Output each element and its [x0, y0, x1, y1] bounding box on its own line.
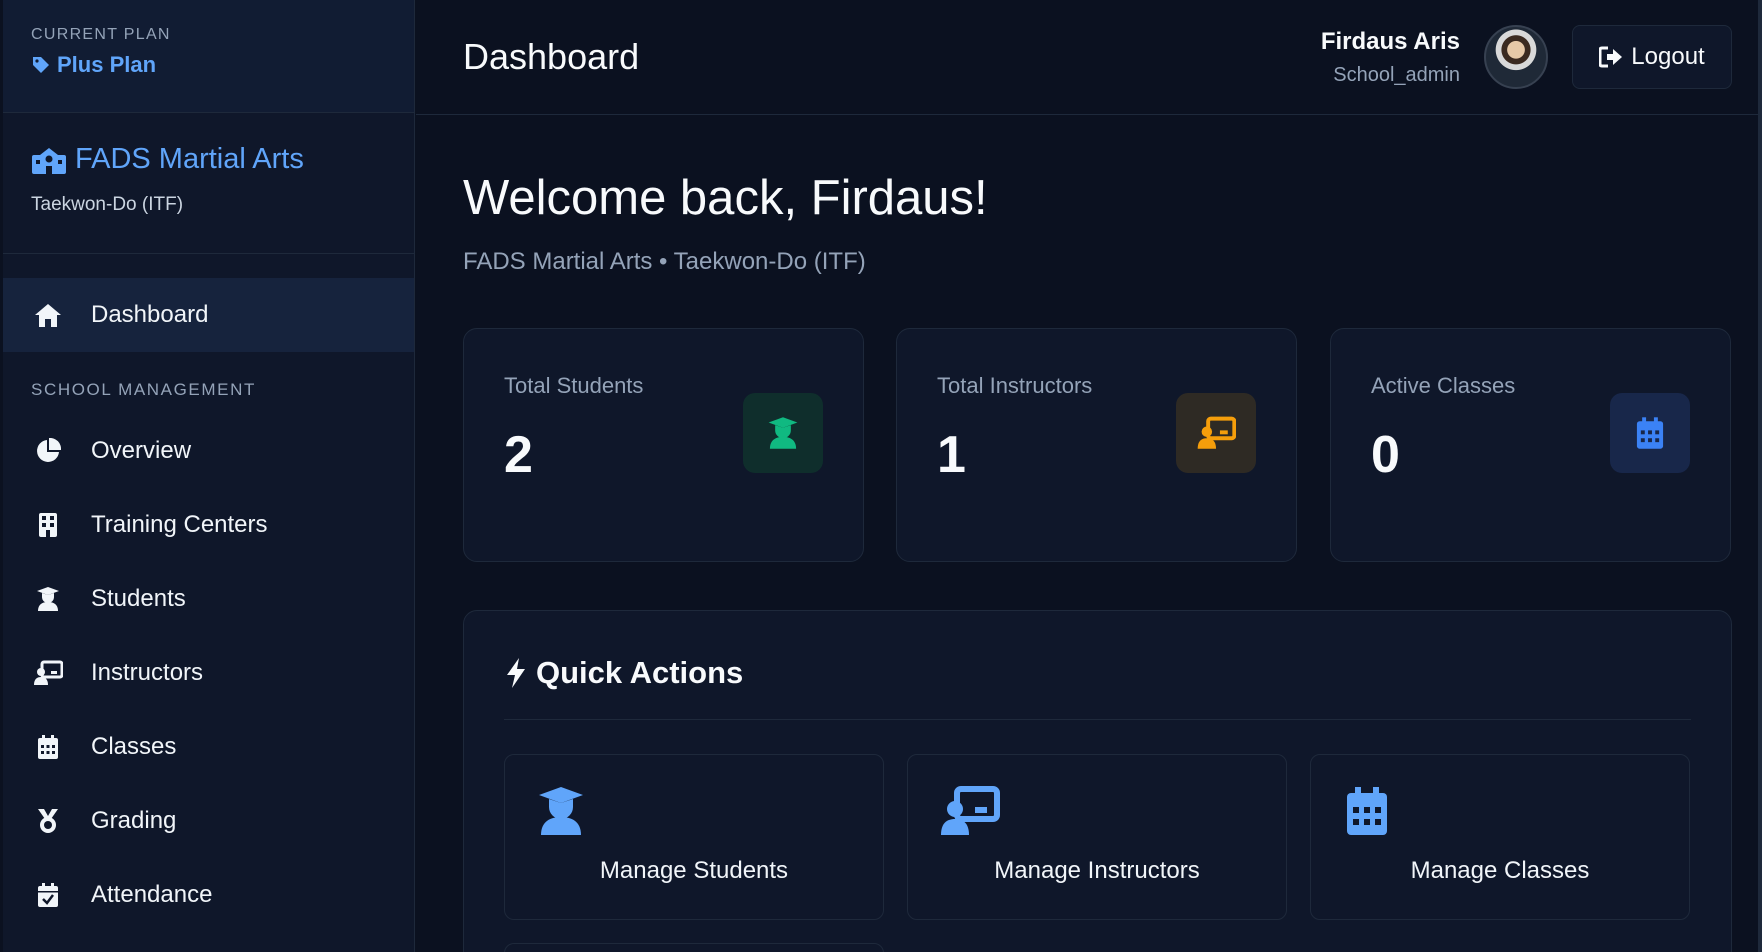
school-box: FADS Martial Arts Taekwon-Do (ITF) — [3, 113, 414, 254]
quick-action-card-partial[interactable] — [504, 943, 884, 952]
welcome-heading: Welcome back, Firdaus! — [463, 171, 988, 225]
calendar-icon — [1610, 393, 1690, 473]
sidebar-item-grading[interactable]: Grading — [3, 784, 414, 858]
user-role: School_admin — [1333, 64, 1460, 86]
student-icon — [743, 393, 823, 473]
sidebar-item-label: Training Centers — [91, 511, 268, 538]
instructor-icon — [1176, 393, 1256, 473]
stat-label: Total Students — [504, 373, 644, 398]
student-icon — [33, 584, 63, 614]
top-header: Dashboard Firdaus Aris School_admin Logo… — [416, 0, 1762, 115]
calendar-icon — [33, 732, 63, 762]
plan-name-label: Plus Plan — [57, 52, 157, 77]
page-title: Dashboard — [463, 36, 640, 77]
logout-icon — [1599, 46, 1623, 68]
medal-icon — [33, 806, 63, 836]
sidebar-item-label: Classes — [91, 733, 177, 760]
stat-card-students: Total Students 2 — [463, 328, 864, 562]
instructor-icon — [33, 658, 63, 688]
sidebar-item-dashboard[interactable]: Dashboard — [3, 278, 414, 352]
school-name-label: FADS Martial Arts — [75, 143, 304, 175]
tag-icon — [33, 57, 49, 73]
logout-button[interactable]: Logout — [1572, 25, 1732, 89]
sidebar-item-students[interactable]: Students — [3, 562, 414, 636]
sidebar-item-classes[interactable]: Classes — [3, 710, 414, 784]
logout-label: Logout — [1631, 43, 1705, 70]
quick-actions-label: Quick Actions — [536, 655, 744, 690]
stat-label: Active Classes — [1371, 373, 1516, 398]
sidebar-item-instructors[interactable]: Instructors — [3, 636, 414, 710]
sidebar-nav: Dashboard SCHOOL MANAGEMENT Overview Tra… — [3, 254, 414, 932]
stat-label: Total Instructors — [937, 373, 1093, 398]
quick-action-label: Manage Instructors — [994, 857, 1200, 884]
student-icon — [539, 787, 583, 835]
sidebar-item-label: Students — [91, 585, 186, 612]
sidebar-item-training-centers[interactable]: Training Centers — [3, 488, 414, 562]
building-icon — [33, 510, 63, 540]
nav-section-title: SCHOOL MANAGEMENT — [31, 380, 256, 399]
quick-action-label: Manage Students — [599, 857, 789, 884]
sidebar-item-label: Attendance — [91, 881, 213, 908]
quick-actions-panel: Quick Actions Manage Students Manage Ins… — [463, 610, 1732, 952]
home-icon — [33, 300, 63, 330]
sidebar-item-overview[interactable]: Overview — [3, 414, 414, 488]
stat-value: 0 — [1371, 426, 1400, 484]
sidebar-item-label: Overview — [91, 437, 192, 464]
plan-box: CURRENT PLAN Plus Plan — [3, 0, 414, 113]
user-name: Firdaus Aris — [1320, 28, 1460, 55]
sidebar-item-label: Grading — [91, 807, 177, 834]
stat-value: 1 — [937, 426, 966, 484]
avatar[interactable] — [1484, 25, 1548, 89]
stat-card-instructors: Total Instructors 1 — [896, 328, 1297, 562]
school-name: FADS Martial Arts — [31, 143, 386, 176]
plan-name[interactable]: Plus Plan — [31, 52, 386, 78]
stat-value: 2 — [504, 426, 533, 484]
welcome-subline: FADS Martial Arts • Taekwon-Do (ITF) — [463, 248, 866, 275]
calendar-icon — [1347, 787, 1387, 835]
plan-caption: CURRENT PLAN — [31, 26, 171, 43]
bolt-icon — [507, 658, 525, 688]
school-style: Taekwon-Do (ITF) — [31, 194, 184, 215]
sidebar-item-label: Dashboard — [91, 301, 209, 328]
sidebar: CURRENT PLAN Plus Plan FADS Martial Arts… — [3, 0, 415, 952]
instructor-icon — [941, 786, 1000, 835]
manage-classes-button[interactable]: Manage Classes — [1310, 754, 1690, 920]
scrollbar[interactable] — [1758, 0, 1762, 952]
stat-card-classes: Active Classes 0 — [1330, 328, 1731, 562]
sidebar-item-attendance[interactable]: Attendance — [3, 858, 414, 932]
manage-students-button[interactable]: Manage Students — [504, 754, 884, 920]
divider — [504, 719, 1691, 720]
school-icon — [32, 147, 66, 174]
quick-action-label: Manage Classes — [1410, 857, 1590, 884]
quick-actions-title: Quick Actions — [504, 655, 743, 691]
manage-instructors-button[interactable]: Manage Instructors — [907, 754, 1287, 920]
calendar-check-icon — [33, 880, 63, 910]
sidebar-item-label: Instructors — [91, 659, 204, 686]
pie-chart-icon — [33, 436, 63, 466]
